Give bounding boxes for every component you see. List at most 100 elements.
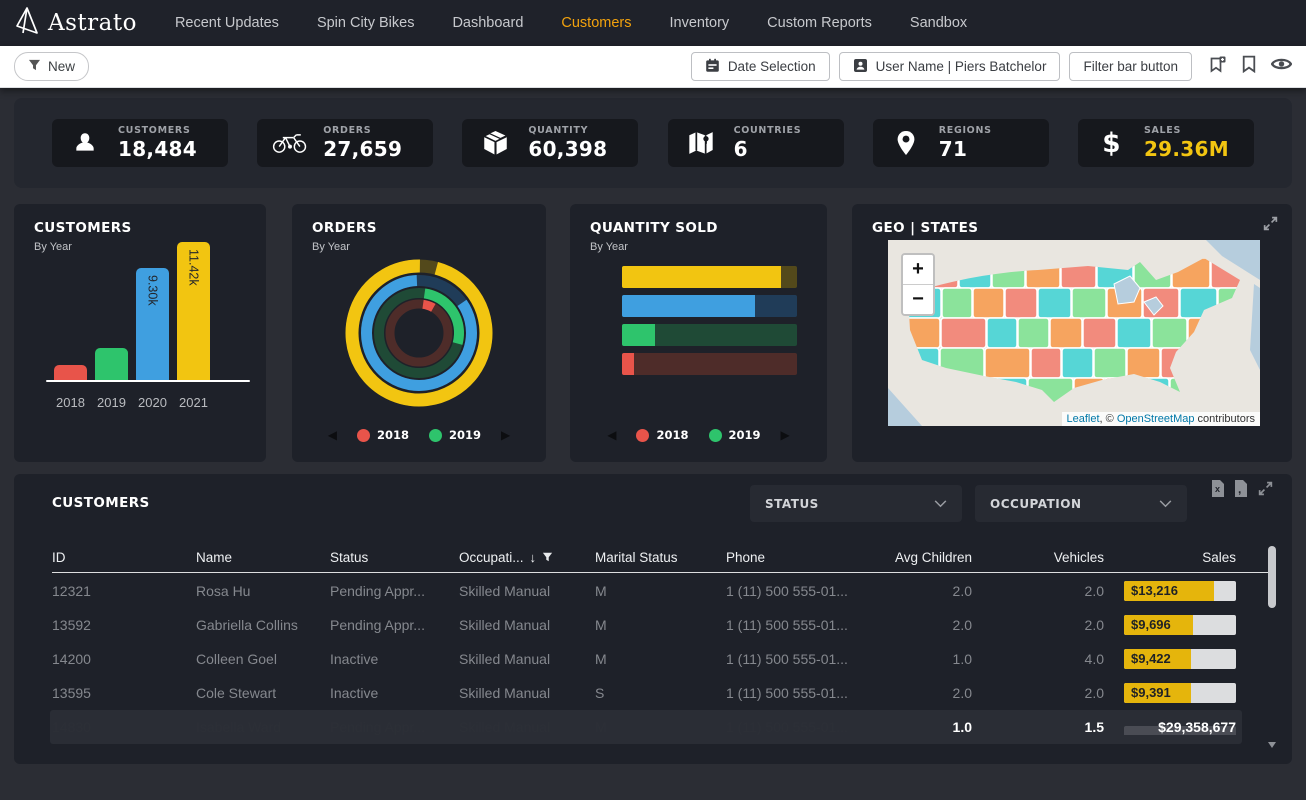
kpi-quantity: QUANTITY60,398 bbox=[462, 119, 638, 167]
status-filter-dropdown[interactable]: STATUS bbox=[750, 485, 962, 522]
column-header-status[interactable]: Status bbox=[330, 550, 459, 565]
column-header-marital[interactable]: Marital Status bbox=[595, 550, 726, 565]
bar-value-label: 11.42k bbox=[187, 249, 201, 286]
legend-dot bbox=[357, 429, 370, 442]
column-header-avg_children[interactable]: Avg Children bbox=[882, 550, 972, 565]
top-nav: Astrato Recent Updates Spin City Bikes Das… bbox=[0, 0, 1306, 46]
legend-dot bbox=[429, 429, 442, 442]
cell-marital: M bbox=[595, 583, 726, 599]
legend-next-arrow[interactable]: ▶ bbox=[501, 428, 510, 442]
nav-items: Recent Updates Spin City Bikes Dashboard Cu… bbox=[137, 15, 967, 31]
legend-item-2018[interactable]: 2018 bbox=[636, 428, 688, 442]
nav-item-customers[interactable]: Customers bbox=[561, 15, 631, 31]
cell-status: Inactive bbox=[330, 685, 459, 701]
map-attribution: Leaflet, © OpenStreetMap contributors bbox=[1062, 412, 1261, 426]
leaflet-link[interactable]: Leaflet bbox=[1067, 413, 1100, 425]
column-funnel-icon[interactable] bbox=[542, 550, 553, 565]
x-tick-label: 2019 bbox=[95, 395, 128, 410]
customers-bar-plot: 9.30k 11.42k bbox=[54, 242, 210, 380]
export-csv-icon[interactable]: , bbox=[1234, 480, 1248, 502]
legend-dot bbox=[636, 429, 649, 442]
legend-next-arrow[interactable]: ▶ bbox=[781, 428, 790, 442]
legend-prev-arrow[interactable]: ◀ bbox=[607, 428, 616, 442]
geo-states-title: GEO | STATES bbox=[872, 220, 978, 236]
cell-vehicles: 2.0 bbox=[972, 583, 1104, 599]
column-label: Sales bbox=[1202, 550, 1236, 565]
scrollbar-thumb[interactable] bbox=[1268, 546, 1276, 608]
nav-item-sandbox[interactable]: Sandbox bbox=[910, 15, 967, 31]
hbar-2021[interactable] bbox=[622, 266, 797, 288]
new-filter-button[interactable]: New bbox=[14, 52, 89, 81]
cell-phone: 1 (11) 500 555-01... bbox=[726, 583, 882, 599]
column-label: ID bbox=[52, 550, 66, 565]
table-row[interactable]: 13592Gabriella CollinsPending Appr...Ski… bbox=[52, 608, 1274, 642]
user-name-piers-batchelor-button[interactable]: User Name | Piers Batchelor bbox=[839, 52, 1061, 81]
cell-sales: $9,696 bbox=[1104, 615, 1236, 635]
nav-item-dashboard[interactable]: Dashboard bbox=[452, 15, 523, 31]
table-row[interactable]: 12321Rosa HuPending Appr...Skilled Manua… bbox=[52, 574, 1274, 608]
occupation-filter-dropdown[interactable]: OCCUPATION bbox=[975, 485, 1187, 522]
chevron-down-icon bbox=[934, 497, 947, 511]
occupation-filter-label: OCCUPATION bbox=[990, 497, 1082, 511]
expand-icon[interactable] bbox=[1262, 215, 1279, 237]
cell-vehicles: 2.0 bbox=[972, 685, 1104, 701]
bar-2020[interactable]: 9.30k bbox=[136, 268, 169, 380]
orders-legend: ◀ 2018 2019 ▶ bbox=[292, 428, 546, 442]
cell-occupation: Skilled Manual bbox=[459, 651, 595, 667]
sales-bar: $9,696 bbox=[1124, 615, 1236, 635]
x-tick-label: 2018 bbox=[54, 395, 87, 410]
nav-item-spin-city-bikes[interactable]: Spin City Bikes bbox=[317, 15, 415, 31]
bookmark-icon[interactable] bbox=[1241, 55, 1257, 78]
logo-text: Astrato bbox=[48, 10, 137, 36]
bar-2021[interactable]: 11.42k bbox=[177, 242, 210, 380]
customers-table-card: CUSTOMERS STATUS OCCUPATION x , bbox=[14, 474, 1292, 764]
map-zoom-out-button[interactable]: − bbox=[903, 285, 933, 314]
legend-item-2019[interactable]: 2019 bbox=[709, 428, 761, 442]
sort-descending-icon[interactable]: ↓ bbox=[530, 550, 537, 565]
column-header-sales[interactable]: Sales bbox=[1104, 550, 1236, 565]
openstreetmap-link[interactable]: OpenStreetMap bbox=[1117, 413, 1195, 425]
user-badge-icon bbox=[853, 58, 868, 76]
hbar-2020[interactable] bbox=[622, 295, 797, 317]
map-zoom-in-button[interactable]: + bbox=[903, 255, 933, 285]
table-scrollbar[interactable] bbox=[1268, 544, 1276, 740]
customers-x-axis bbox=[46, 380, 250, 382]
hbar-2018[interactable] bbox=[622, 353, 797, 375]
table-row[interactable]: 13595Cole StewartInactiveSkilled ManualS… bbox=[52, 676, 1274, 710]
table-row[interactable]: 14200Colleen GoelInactiveSkilled ManualM… bbox=[52, 642, 1274, 676]
date-selection-button[interactable]: Date Selection bbox=[691, 52, 830, 81]
x-tick-label: 2021 bbox=[177, 395, 210, 410]
bookmark-add-icon[interactable] bbox=[1208, 55, 1227, 79]
filter-bar-button-button[interactable]: Filter bar button bbox=[1069, 52, 1192, 81]
bar-2019[interactable] bbox=[95, 348, 128, 380]
eye-icon[interactable] bbox=[1271, 56, 1292, 77]
column-header-vehicles[interactable]: Vehicles bbox=[972, 550, 1104, 565]
customers-x-labels: 2018201920202021 bbox=[54, 395, 210, 410]
column-header-phone[interactable]: Phone bbox=[726, 550, 882, 565]
customers-table-title: CUSTOMERS bbox=[52, 495, 150, 511]
legend-prev-arrow[interactable]: ◀ bbox=[328, 428, 337, 442]
cell-avg_children: 1.0 bbox=[882, 651, 972, 667]
expand-icon[interactable] bbox=[1257, 480, 1274, 502]
sales-bar: $9,422 bbox=[1124, 649, 1236, 669]
cell-status: Pending Appr... bbox=[330, 617, 459, 633]
leaflet-map[interactable]: + − Leaflet, © OpenStreetMap contributor… bbox=[888, 240, 1260, 426]
legend-item-2018[interactable]: 2018 bbox=[357, 428, 409, 442]
nav-item-custom-reports[interactable]: Custom Reports bbox=[767, 15, 872, 31]
column-label: Marital Status bbox=[595, 550, 678, 565]
sales-value: $9,696 bbox=[1131, 615, 1171, 635]
column-header-name[interactable]: Name bbox=[196, 550, 330, 565]
legend-item-2019[interactable]: 2019 bbox=[429, 428, 481, 442]
export-excel-icon[interactable]: x bbox=[1211, 480, 1225, 502]
cell-phone: 1 (11) 500 555-01... bbox=[726, 617, 882, 633]
hbar-2019[interactable] bbox=[622, 324, 797, 346]
column-header-id[interactable]: ID bbox=[52, 550, 196, 565]
cell-name: Rosa Hu bbox=[196, 583, 330, 599]
column-header-occupation[interactable]: Occupati...↓ bbox=[459, 550, 595, 565]
scrollbar-down-arrow[interactable] bbox=[1268, 742, 1276, 748]
nav-item-inventory[interactable]: Inventory bbox=[670, 15, 730, 31]
bar-2018[interactable] bbox=[54, 365, 87, 380]
us-choropleth bbox=[888, 240, 1260, 426]
cell-sales: $9,422 bbox=[1104, 649, 1236, 669]
nav-item-recent-updates[interactable]: Recent Updates bbox=[175, 15, 279, 31]
